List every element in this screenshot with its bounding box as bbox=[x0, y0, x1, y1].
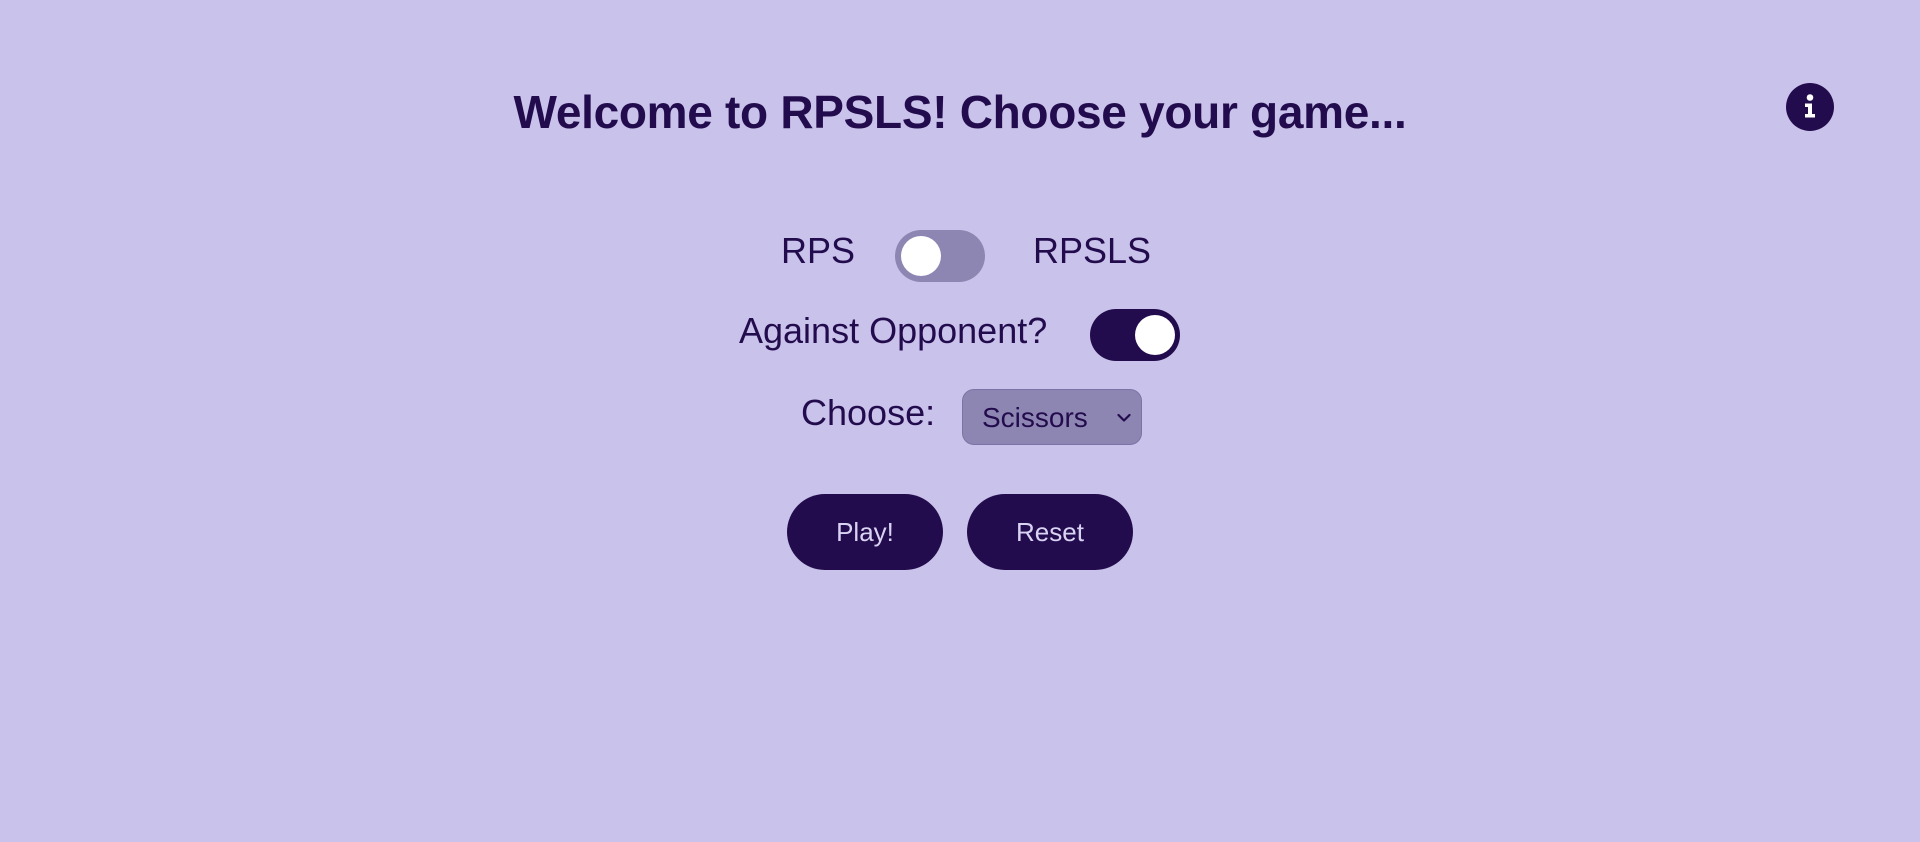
chevron-down-icon bbox=[1117, 413, 1131, 422]
game-mode-label-rps: RPS bbox=[781, 230, 856, 271]
toggle-knob bbox=[1135, 315, 1175, 355]
page-title: Welcome to RPSLS! Choose your game... bbox=[513, 86, 1407, 138]
toggle-knob bbox=[901, 236, 941, 276]
reset-button[interactable]: Reset bbox=[967, 494, 1133, 570]
opponent-toggle[interactable] bbox=[1090, 309, 1180, 361]
game-mode-label-rpsls: RPSLS bbox=[1033, 230, 1152, 271]
info-button[interactable] bbox=[1786, 83, 1834, 131]
game-mode-toggle[interactable] bbox=[895, 230, 985, 282]
info-icon bbox=[1805, 94, 1815, 118]
opponent-label: Against Opponent? bbox=[739, 310, 1048, 351]
play-button[interactable]: Play! bbox=[787, 494, 943, 570]
choose-label: Choose: bbox=[801, 392, 936, 433]
choice-select[interactable]: Scissors bbox=[962, 389, 1142, 445]
choice-select-value: Scissors bbox=[982, 402, 1088, 433]
